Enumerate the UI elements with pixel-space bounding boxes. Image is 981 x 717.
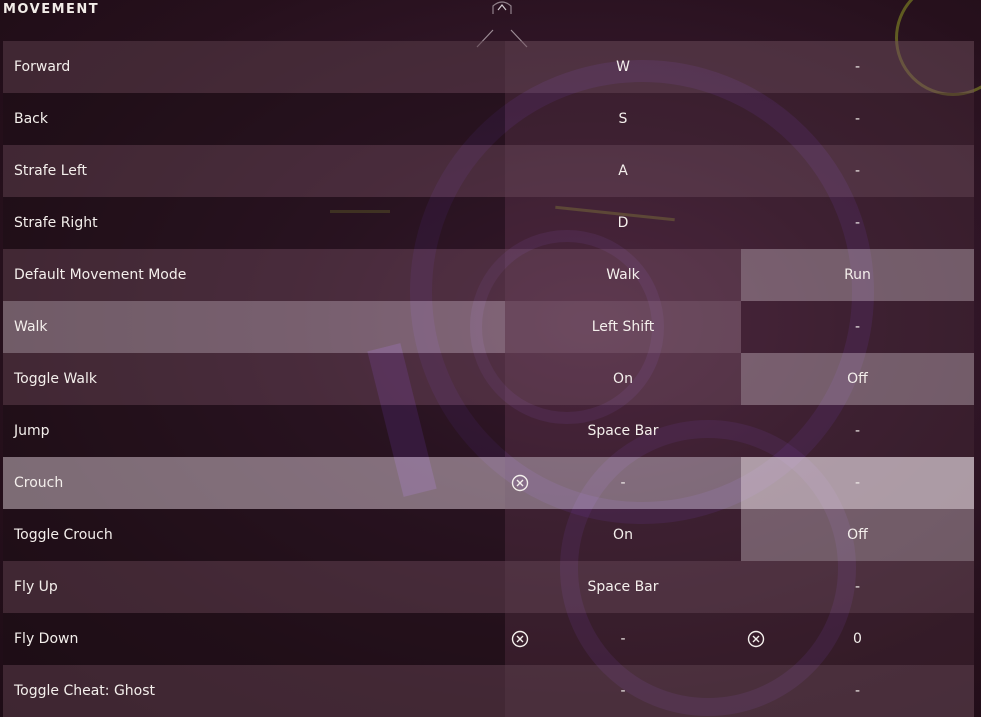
keybind-row-back: Back S - [3, 93, 974, 145]
secondary-key-slot[interactable]: - [741, 457, 974, 509]
secondary-key-label: 0 [853, 631, 862, 647]
secondary-key-label: - [854, 215, 861, 231]
keybind-row-strafe-right: Strafe Right D - [3, 197, 974, 249]
action-label-cell: Strafe Right [3, 197, 505, 249]
option-run[interactable]: Run [741, 249, 974, 301]
secondary-key-slot[interactable]: - [741, 561, 974, 613]
option-label: Off [847, 527, 868, 543]
primary-key-slot[interactable]: W [505, 41, 741, 93]
secondary-key-label: - [854, 319, 861, 335]
action-label-cell: Fly Down [3, 613, 505, 665]
option-label: Walk [606, 267, 640, 283]
action-label: Back [14, 111, 48, 127]
keybind-table: Forward W - Back S - Strafe Left A - Str… [3, 41, 974, 717]
action-label-cell: Walk [3, 301, 505, 353]
keybind-row-default-movement-mode: Default Movement Mode Walk Run [3, 249, 974, 301]
secondary-key-label: - [854, 163, 861, 179]
action-label: Walk [14, 319, 48, 335]
primary-key-label: Space Bar [587, 579, 659, 595]
option-label: Off [847, 371, 868, 387]
primary-key-slot[interactable]: Space Bar [505, 405, 741, 457]
action-label-cell: Fly Up [3, 561, 505, 613]
action-label: Toggle Crouch [14, 527, 113, 543]
option-walk[interactable]: Walk [505, 249, 741, 301]
keybind-row-toggle-crouch: Toggle Crouch On Off [3, 509, 974, 561]
action-label: Toggle Cheat: Ghost [14, 683, 156, 699]
action-label-cell: Toggle Crouch [3, 509, 505, 561]
primary-key-label: W [616, 59, 630, 75]
option-on[interactable]: On [505, 509, 741, 561]
primary-key-slot[interactable]: A [505, 145, 741, 197]
primary-key-label: Left Shift [591, 319, 655, 335]
primary-key-slot[interactable]: Space Bar [505, 561, 741, 613]
action-label: Default Movement Mode [14, 267, 187, 283]
action-label: Jump [14, 423, 50, 439]
option-label: On [613, 371, 633, 387]
action-label-cell: Crouch [3, 457, 505, 509]
action-label: Crouch [14, 475, 64, 491]
keybind-row-toggle-cheat-ghost: Toggle Cheat: Ghost - - [3, 665, 974, 717]
action-label-cell: Jump [3, 405, 505, 457]
primary-key-label: D [617, 215, 629, 231]
primary-key-label: - [620, 683, 626, 699]
keybind-row-forward: Forward W - [3, 41, 974, 93]
primary-key-label: Space Bar [587, 423, 659, 439]
primary-key-label: - [620, 475, 626, 491]
option-label: Run [844, 267, 871, 283]
option-on[interactable]: On [505, 353, 741, 405]
secondary-key-label: - [854, 59, 861, 75]
primary-key-slot[interactable]: D [505, 197, 741, 249]
secondary-key-slot[interactable]: - [741, 197, 974, 249]
section-title: MOVEMENT [3, 2, 100, 17]
action-label: Strafe Right [14, 215, 98, 231]
secondary-key-slot[interactable]: - [741, 301, 974, 353]
primary-key-slot[interactable]: S [505, 93, 741, 145]
option-label: On [613, 527, 633, 543]
secondary-key-slot[interactable]: - [741, 93, 974, 145]
secondary-key-slot[interactable]: - [741, 41, 974, 93]
action-label-cell: Back [3, 93, 505, 145]
action-label-cell: Default Movement Mode [3, 249, 505, 301]
keybind-row-strafe-left: Strafe Left A - [3, 145, 974, 197]
keybind-row-toggle-walk: Toggle Walk On Off [3, 353, 974, 405]
secondary-key-slot[interactable]: 0 [741, 613, 974, 665]
secondary-key-slot[interactable]: - [741, 405, 974, 457]
action-label: Forward [14, 59, 71, 75]
primary-key-slot[interactable]: - [505, 613, 741, 665]
keybind-row-jump: Jump Space Bar - [3, 405, 974, 457]
secondary-key-slot[interactable]: - [741, 665, 974, 717]
action-label: Fly Down [14, 631, 79, 647]
action-label-cell: Strafe Left [3, 145, 505, 197]
action-label-cell: Toggle Cheat: Ghost [3, 665, 505, 717]
secondary-key-label: - [854, 111, 861, 127]
secondary-key-label: - [854, 683, 861, 699]
option-off[interactable]: Off [741, 509, 974, 561]
secondary-key-label: - [854, 423, 861, 439]
action-label-cell: Toggle Walk [3, 353, 505, 405]
keybind-row-walk: Walk Left Shift - [3, 301, 974, 353]
primary-key-label: - [620, 631, 626, 647]
secondary-key-label: - [854, 579, 861, 595]
primary-key-slot[interactable]: - [505, 665, 741, 717]
keybind-row-fly-up: Fly Up Space Bar - [3, 561, 974, 613]
secondary-key-slot[interactable]: - [741, 145, 974, 197]
keybind-row-crouch: Crouch - - [3, 457, 974, 509]
keybind-row-fly-down: Fly Down - 0 [3, 613, 974, 665]
secondary-key-label: - [854, 475, 861, 491]
action-label-cell: Forward [3, 41, 505, 93]
action-label: Fly Up [14, 579, 58, 595]
primary-key-label: A [618, 163, 628, 179]
action-label: Strafe Left [14, 163, 88, 179]
action-label: Toggle Walk [14, 371, 97, 387]
primary-key-label: S [618, 111, 628, 127]
primary-key-slot[interactable]: - [505, 457, 741, 509]
option-off[interactable]: Off [741, 353, 974, 405]
primary-key-slot[interactable]: Left Shift [505, 301, 741, 353]
